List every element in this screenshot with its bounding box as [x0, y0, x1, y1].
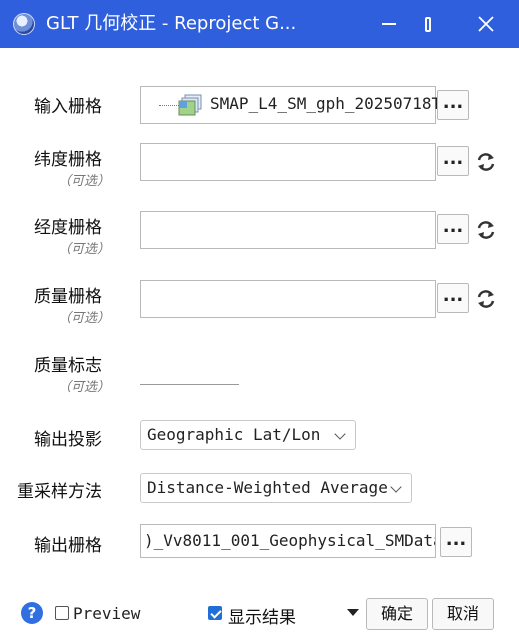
refresh-icon[interactable]: [475, 288, 497, 310]
lon-raster-optional: （可选）: [58, 242, 111, 257]
close-button[interactable]: [463, 0, 509, 48]
close-icon: [478, 16, 494, 32]
input-raster-field[interactable]: SMAP_L4_SM_gph_20250718T: [140, 86, 441, 124]
lat-raster-optional: （可选）: [58, 174, 111, 189]
quality-raster-optional: （可选）: [58, 311, 111, 326]
preview-label: Preview: [73, 604, 141, 623]
input-raster-label: 输入栅格: [34, 97, 102, 117]
help-icon[interactable]: ?: [21, 602, 43, 624]
output-projection-label: 输出投影: [34, 430, 102, 450]
app-globe-icon: [13, 13, 35, 35]
quality-raster-label: 质量栅格: [34, 287, 102, 307]
output-raster-label: 输出栅格: [34, 536, 102, 556]
title-bar[interactable]: GLT 几何校正 - Reproject G...: [0, 0, 519, 48]
lat-raster-field[interactable]: [140, 143, 436, 181]
resample-method-select[interactable]: Distance-Weighted Average: [140, 473, 412, 503]
window-title: GLT 几何校正 - Reproject G...: [46, 13, 297, 34]
quality-raster-field[interactable]: [140, 280, 436, 318]
raster-layer-icon: [178, 94, 202, 116]
lat-raster-label: 纬度栅格: [34, 150, 102, 170]
chevron-down-icon: [390, 481, 402, 493]
quality-flag-label: 质量标志: [34, 356, 102, 376]
output-raster-value: )_Vv8011_001_Geophysical_SMData: [144, 531, 436, 550]
input-raster-value: SMAP_L4_SM_gph_20250718T: [210, 94, 442, 113]
quality-flag-optional: （可选）: [58, 380, 111, 395]
lon-raster-browse-button[interactable]: ...: [437, 214, 469, 244]
preview-checkbox[interactable]: [55, 606, 69, 620]
lon-raster-label: 经度栅格: [34, 218, 102, 238]
quality-raster-browse-button[interactable]: ...: [437, 283, 469, 313]
show-result-checkbox[interactable]: [208, 606, 222, 620]
ok-button[interactable]: 确定: [366, 598, 428, 630]
lat-raster-browse-button[interactable]: ...: [437, 146, 469, 176]
show-result-label: 显示结果: [228, 608, 296, 628]
output-raster-browse-button[interactable]: ...: [440, 527, 472, 557]
output-projection-select[interactable]: Geographic Lat/Lon: [140, 420, 356, 450]
maximize-button[interactable]: [385, 0, 431, 48]
chevron-down-icon: [334, 428, 346, 440]
resample-method-label: 重采样方法: [17, 482, 102, 502]
cancel-button[interactable]: 取消: [432, 598, 494, 630]
output-raster-field[interactable]: )_Vv8011_001_Geophysical_SMData: [140, 524, 436, 558]
lon-raster-field[interactable]: [140, 211, 436, 249]
refresh-icon[interactable]: [475, 151, 497, 173]
quality-flag-input[interactable]: [140, 349, 239, 385]
refresh-icon[interactable]: [475, 219, 497, 241]
input-raster-browse-button[interactable]: ...: [437, 90, 469, 120]
caret-down-icon[interactable]: [347, 609, 359, 616]
maximize-icon: [425, 16, 431, 32]
